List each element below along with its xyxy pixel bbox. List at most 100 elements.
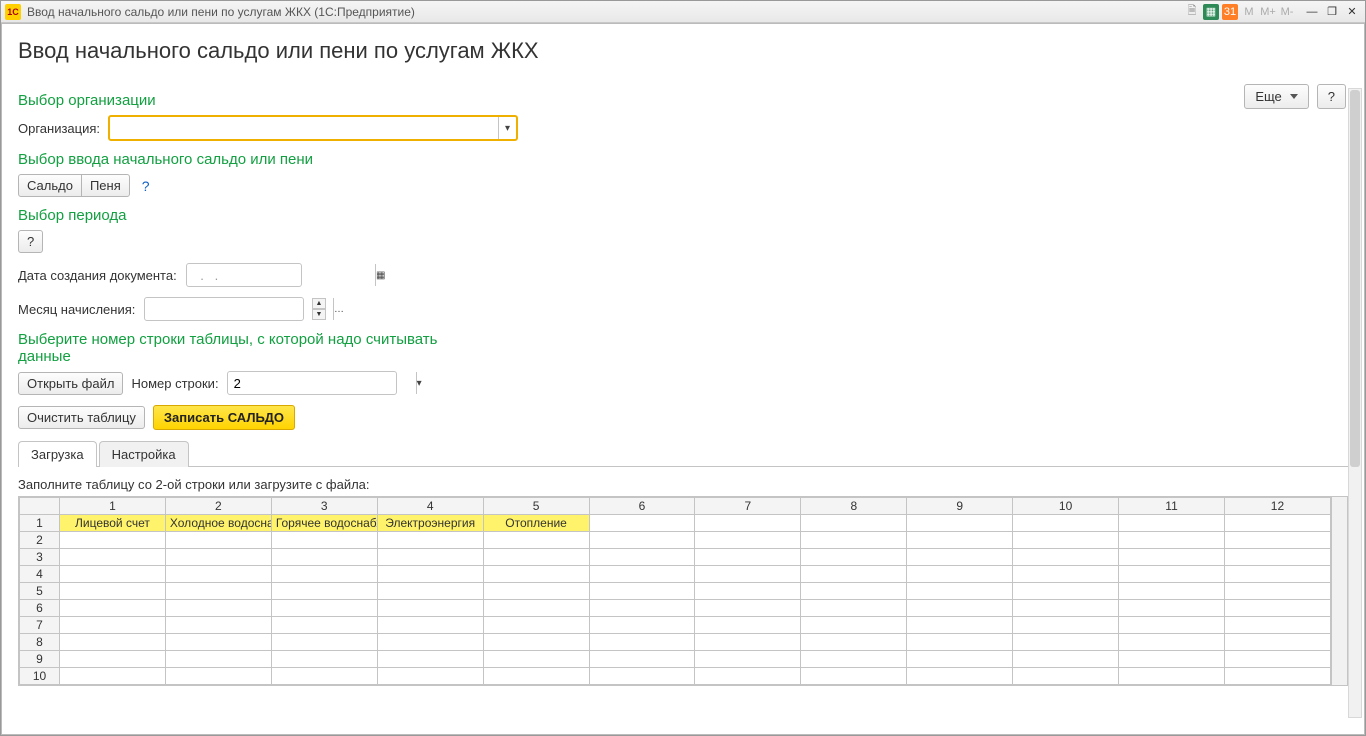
more-button[interactable]: Еще [1244, 84, 1308, 109]
cell[interactable] [907, 532, 1013, 549]
cell[interactable] [801, 651, 907, 668]
cell[interactable]: Горячее водоснабжение [271, 515, 377, 532]
cell[interactable] [1224, 549, 1330, 566]
cell[interactable] [695, 532, 801, 549]
cell[interactable] [377, 583, 483, 600]
cell[interactable] [695, 634, 801, 651]
col-header[interactable]: 4 [377, 498, 483, 515]
col-header[interactable]: 11 [1119, 498, 1225, 515]
cell[interactable] [1224, 617, 1330, 634]
memory-mplus[interactable]: M+ [1260, 4, 1276, 20]
doc-date-calendar-icon[interactable]: ▦ [375, 264, 385, 286]
cell[interactable] [1224, 532, 1330, 549]
cell[interactable] [483, 685, 589, 686]
help-button[interactable]: ? [1317, 84, 1346, 109]
cell[interactable] [1224, 515, 1330, 532]
tab-load[interactable]: Загрузка [18, 441, 97, 467]
doc-date-input[interactable] [187, 264, 375, 286]
organization-dropdown-icon[interactable]: ▾ [498, 117, 516, 139]
col-header[interactable]: 9 [907, 498, 1013, 515]
cell[interactable] [1119, 515, 1225, 532]
cell[interactable] [377, 600, 483, 617]
cell[interactable] [695, 600, 801, 617]
mode-saldo-button[interactable]: Сальдо [18, 174, 82, 197]
cell[interactable] [695, 515, 801, 532]
col-header[interactable]: 7 [695, 498, 801, 515]
cell[interactable] [801, 685, 907, 686]
cell[interactable] [907, 634, 1013, 651]
stepper-up-icon[interactable]: ▲ [312, 298, 326, 309]
cell[interactable] [377, 651, 483, 668]
cell[interactable] [1013, 600, 1119, 617]
memory-m[interactable]: M [1241, 4, 1257, 20]
cell[interactable] [801, 515, 907, 532]
col-header[interactable]: 10 [1013, 498, 1119, 515]
cell[interactable] [695, 583, 801, 600]
titlebar-calendar-icon[interactable]: 31 [1222, 4, 1238, 20]
cell[interactable] [801, 566, 907, 583]
cell[interactable] [60, 532, 166, 549]
cell[interactable] [907, 600, 1013, 617]
cell[interactable] [589, 566, 695, 583]
cell[interactable] [1119, 617, 1225, 634]
cell[interactable] [483, 617, 589, 634]
cell[interactable] [1119, 583, 1225, 600]
cell[interactable]: Электроэнергия [377, 515, 483, 532]
cell[interactable] [483, 651, 589, 668]
cell[interactable] [271, 566, 377, 583]
cell[interactable] [271, 668, 377, 685]
col-header[interactable]: 8 [801, 498, 907, 515]
cell[interactable] [483, 668, 589, 685]
cell[interactable] [589, 668, 695, 685]
cell[interactable] [165, 566, 271, 583]
cell[interactable] [60, 566, 166, 583]
cell[interactable] [60, 600, 166, 617]
titlebar-doc-icon[interactable]: 🗎 [1184, 4, 1200, 20]
row-header[interactable]: 1 [20, 515, 60, 532]
open-file-button[interactable]: Открыть файл [18, 372, 123, 395]
cell[interactable] [1119, 532, 1225, 549]
cell[interactable] [589, 617, 695, 634]
write-saldo-button[interactable]: Записать САЛЬДО [153, 405, 295, 430]
cell[interactable] [1119, 549, 1225, 566]
cell[interactable] [1119, 685, 1225, 686]
mode-penya-button[interactable]: Пеня [81, 174, 130, 197]
cell[interactable] [483, 600, 589, 617]
page-scrollbar[interactable] [1348, 88, 1362, 718]
cell[interactable] [271, 617, 377, 634]
row-number-input[interactable] [228, 372, 416, 394]
cell[interactable] [271, 651, 377, 668]
page-scrollbar-thumb[interactable] [1350, 90, 1360, 467]
cell[interactable] [1224, 600, 1330, 617]
titlebar-calc-icon[interactable]: ▦ [1203, 4, 1219, 20]
cell[interactable] [1119, 651, 1225, 668]
row-number-combo[interactable]: ▾ [227, 371, 397, 395]
cell[interactable] [1013, 651, 1119, 668]
window-close-icon[interactable]: ✕ [1343, 4, 1361, 20]
cell[interactable] [271, 634, 377, 651]
doc-date-field[interactable]: ▦ [186, 263, 302, 287]
cell[interactable] [1013, 668, 1119, 685]
cell[interactable] [60, 617, 166, 634]
cell[interactable] [695, 549, 801, 566]
cell[interactable] [1119, 634, 1225, 651]
cell[interactable] [165, 600, 271, 617]
accrual-month-field[interactable]: … [144, 297, 304, 321]
cell[interactable] [377, 685, 483, 686]
row-header[interactable]: 8 [20, 634, 60, 651]
organization-input[interactable] [110, 117, 498, 139]
mode-help-icon[interactable]: ? [142, 178, 150, 194]
cell[interactable] [60, 583, 166, 600]
cell[interactable] [589, 515, 695, 532]
row-header[interactable]: 7 [20, 617, 60, 634]
cell[interactable] [1013, 515, 1119, 532]
cell[interactable] [483, 566, 589, 583]
cell[interactable] [377, 549, 483, 566]
cell[interactable] [695, 566, 801, 583]
cell[interactable] [377, 668, 483, 685]
cell[interactable] [1013, 617, 1119, 634]
cell[interactable] [907, 651, 1013, 668]
spreadsheet-scrollbar[interactable] [1331, 497, 1347, 685]
cell[interactable] [165, 651, 271, 668]
cell[interactable] [589, 634, 695, 651]
